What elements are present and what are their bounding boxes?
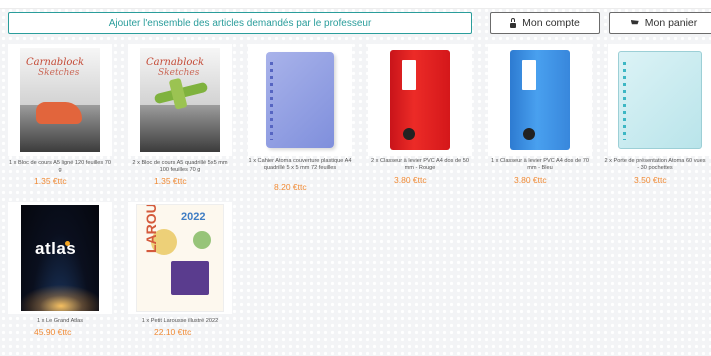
product-desc-8[interactable]: 1 x Petit Larousse illustré 2022 [128, 318, 232, 325]
product-price-3: 8.20 €ttc [274, 182, 307, 192]
product-desc-1[interactable]: 1 x Bloc de cours A5 ligné 120 feuilles … [8, 160, 112, 175]
atlas-title: atlas [35, 239, 77, 258]
sneakers-illustration [36, 102, 82, 124]
product-image-3[interactable] [248, 44, 352, 156]
product-image-6[interactable] [608, 44, 711, 156]
product-price-4: 3.80 €ttc [394, 175, 427, 185]
atoma-notebook [266, 52, 334, 148]
cart-icon [630, 20, 639, 25]
cover-subtitle: Sketches [158, 68, 200, 78]
product-price-7: 45.90 €ttc [34, 327, 72, 337]
product-desc-4[interactable]: 2 x Classeur à levier PVC A4 dos de 50 m… [368, 158, 472, 173]
blue-binder [510, 50, 570, 150]
product-price-1: 1.35 €ttc [34, 176, 67, 186]
larousse-year: 2022 [181, 211, 206, 223]
product-image-7[interactable]: atlas [8, 202, 112, 314]
add-all-articles-button[interactable]: Ajouter l'ensemble des articles demandés… [8, 12, 472, 34]
cover-title: Carnablock [146, 57, 205, 68]
lock-icon [510, 17, 517, 28]
notebook-cover: Carnablock Sketches [20, 48, 100, 152]
product-price-6: 3.50 €ttc [634, 175, 667, 185]
product-image-8[interactable]: 2022 LAROUSSE [128, 202, 232, 314]
product-desc-7[interactable]: 1 x Le Grand Atlas [8, 318, 112, 325]
product-desc-5[interactable]: 1 x Classeur à levier PVC A4 dos de 70 m… [488, 158, 592, 173]
account-button[interactable]: Mon compte [490, 12, 600, 34]
cover-title: Carnablock [26, 57, 85, 68]
product-image-2[interactable]: Carnablock Sketches [128, 44, 232, 156]
account-label: Mon compte [522, 17, 580, 29]
top-bar [0, 0, 711, 9]
product-image-1[interactable]: Carnablock Sketches [8, 44, 112, 156]
cover-subtitle: Sketches [38, 68, 80, 78]
product-image-4[interactable] [368, 44, 472, 156]
product-price-8: 22.10 €ttc [154, 327, 192, 337]
add-all-articles-label: Ajouter l'ensemble des articles demandés… [108, 17, 372, 29]
presentation-folder [618, 51, 702, 149]
cart-button[interactable]: Mon panier [609, 12, 711, 34]
product-desc-3[interactable]: 1 x Cahier Atoma couverture plastique A4… [248, 158, 352, 173]
product-price-2: 1.35 €ttc [154, 176, 187, 186]
cart-label: Mon panier [644, 17, 698, 29]
red-binder [390, 50, 450, 150]
notebook-cover: Carnablock Sketches [140, 48, 220, 152]
product-price-5: 3.80 €ttc [514, 175, 547, 185]
product-desc-6[interactable]: 2 x Porte de présentation Atoma 60 vues … [603, 158, 707, 173]
product-desc-2[interactable]: 2 x Bloc de cours A5 quadrillé 5x5 mm 10… [128, 160, 232, 175]
larousse-word: LAROUSSE [143, 204, 159, 253]
product-image-5[interactable] [488, 44, 592, 156]
atlas-cover: atlas [21, 205, 99, 311]
larousse-cover: 2022 LAROUSSE [136, 204, 224, 312]
